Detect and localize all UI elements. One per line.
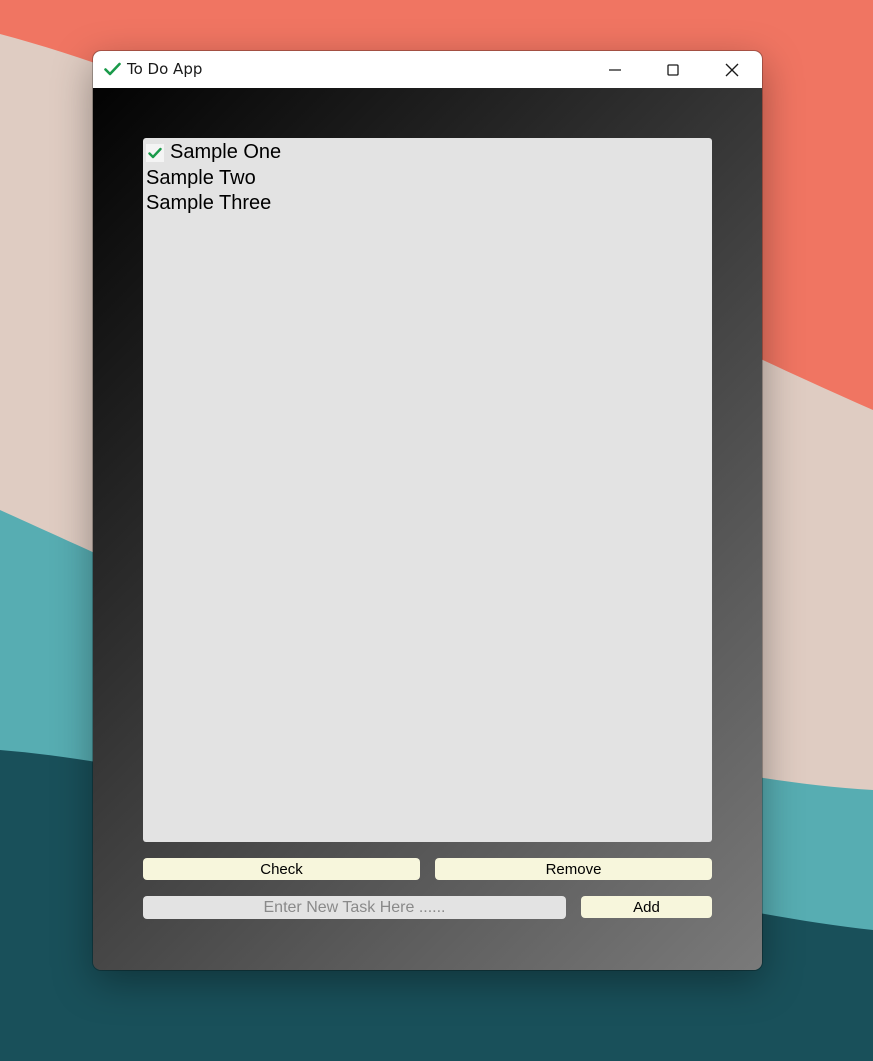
task-check-indicator: [146, 143, 164, 162]
window-title: To Do App: [127, 60, 203, 78]
desktop: To Do App Sample One Sample Two Sample T…: [0, 0, 873, 1061]
list-item[interactable]: Sample Three: [146, 191, 271, 216]
title-bar[interactable]: To Do App: [93, 51, 762, 88]
close-icon: [725, 63, 739, 76]
minimize-button[interactable]: [586, 51, 644, 88]
new-task-input[interactable]: [143, 896, 566, 919]
maximize-button[interactable]: [644, 51, 702, 88]
checkmark-icon: [104, 62, 121, 76]
task-list[interactable]: Sample One Sample Two Sample Three: [143, 138, 712, 842]
add-button[interactable]: Add: [581, 896, 712, 918]
list-item[interactable]: Sample Two: [146, 166, 256, 191]
maximize-icon: [667, 63, 679, 76]
task-label: Sample One: [170, 141, 282, 163]
app-window: To Do App Sample One Sample Two Sample T…: [93, 51, 762, 970]
minimize-icon: [609, 68, 621, 71]
task-label: Sample Two: [146, 167, 256, 189]
list-item[interactable]: Sample One: [146, 140, 281, 165]
check-button[interactable]: Check: [143, 858, 420, 880]
task-label: Sample Three: [146, 192, 272, 214]
close-button[interactable]: [703, 51, 761, 88]
remove-button[interactable]: Remove: [435, 858, 712, 880]
checkmark-icon: [148, 147, 162, 158]
